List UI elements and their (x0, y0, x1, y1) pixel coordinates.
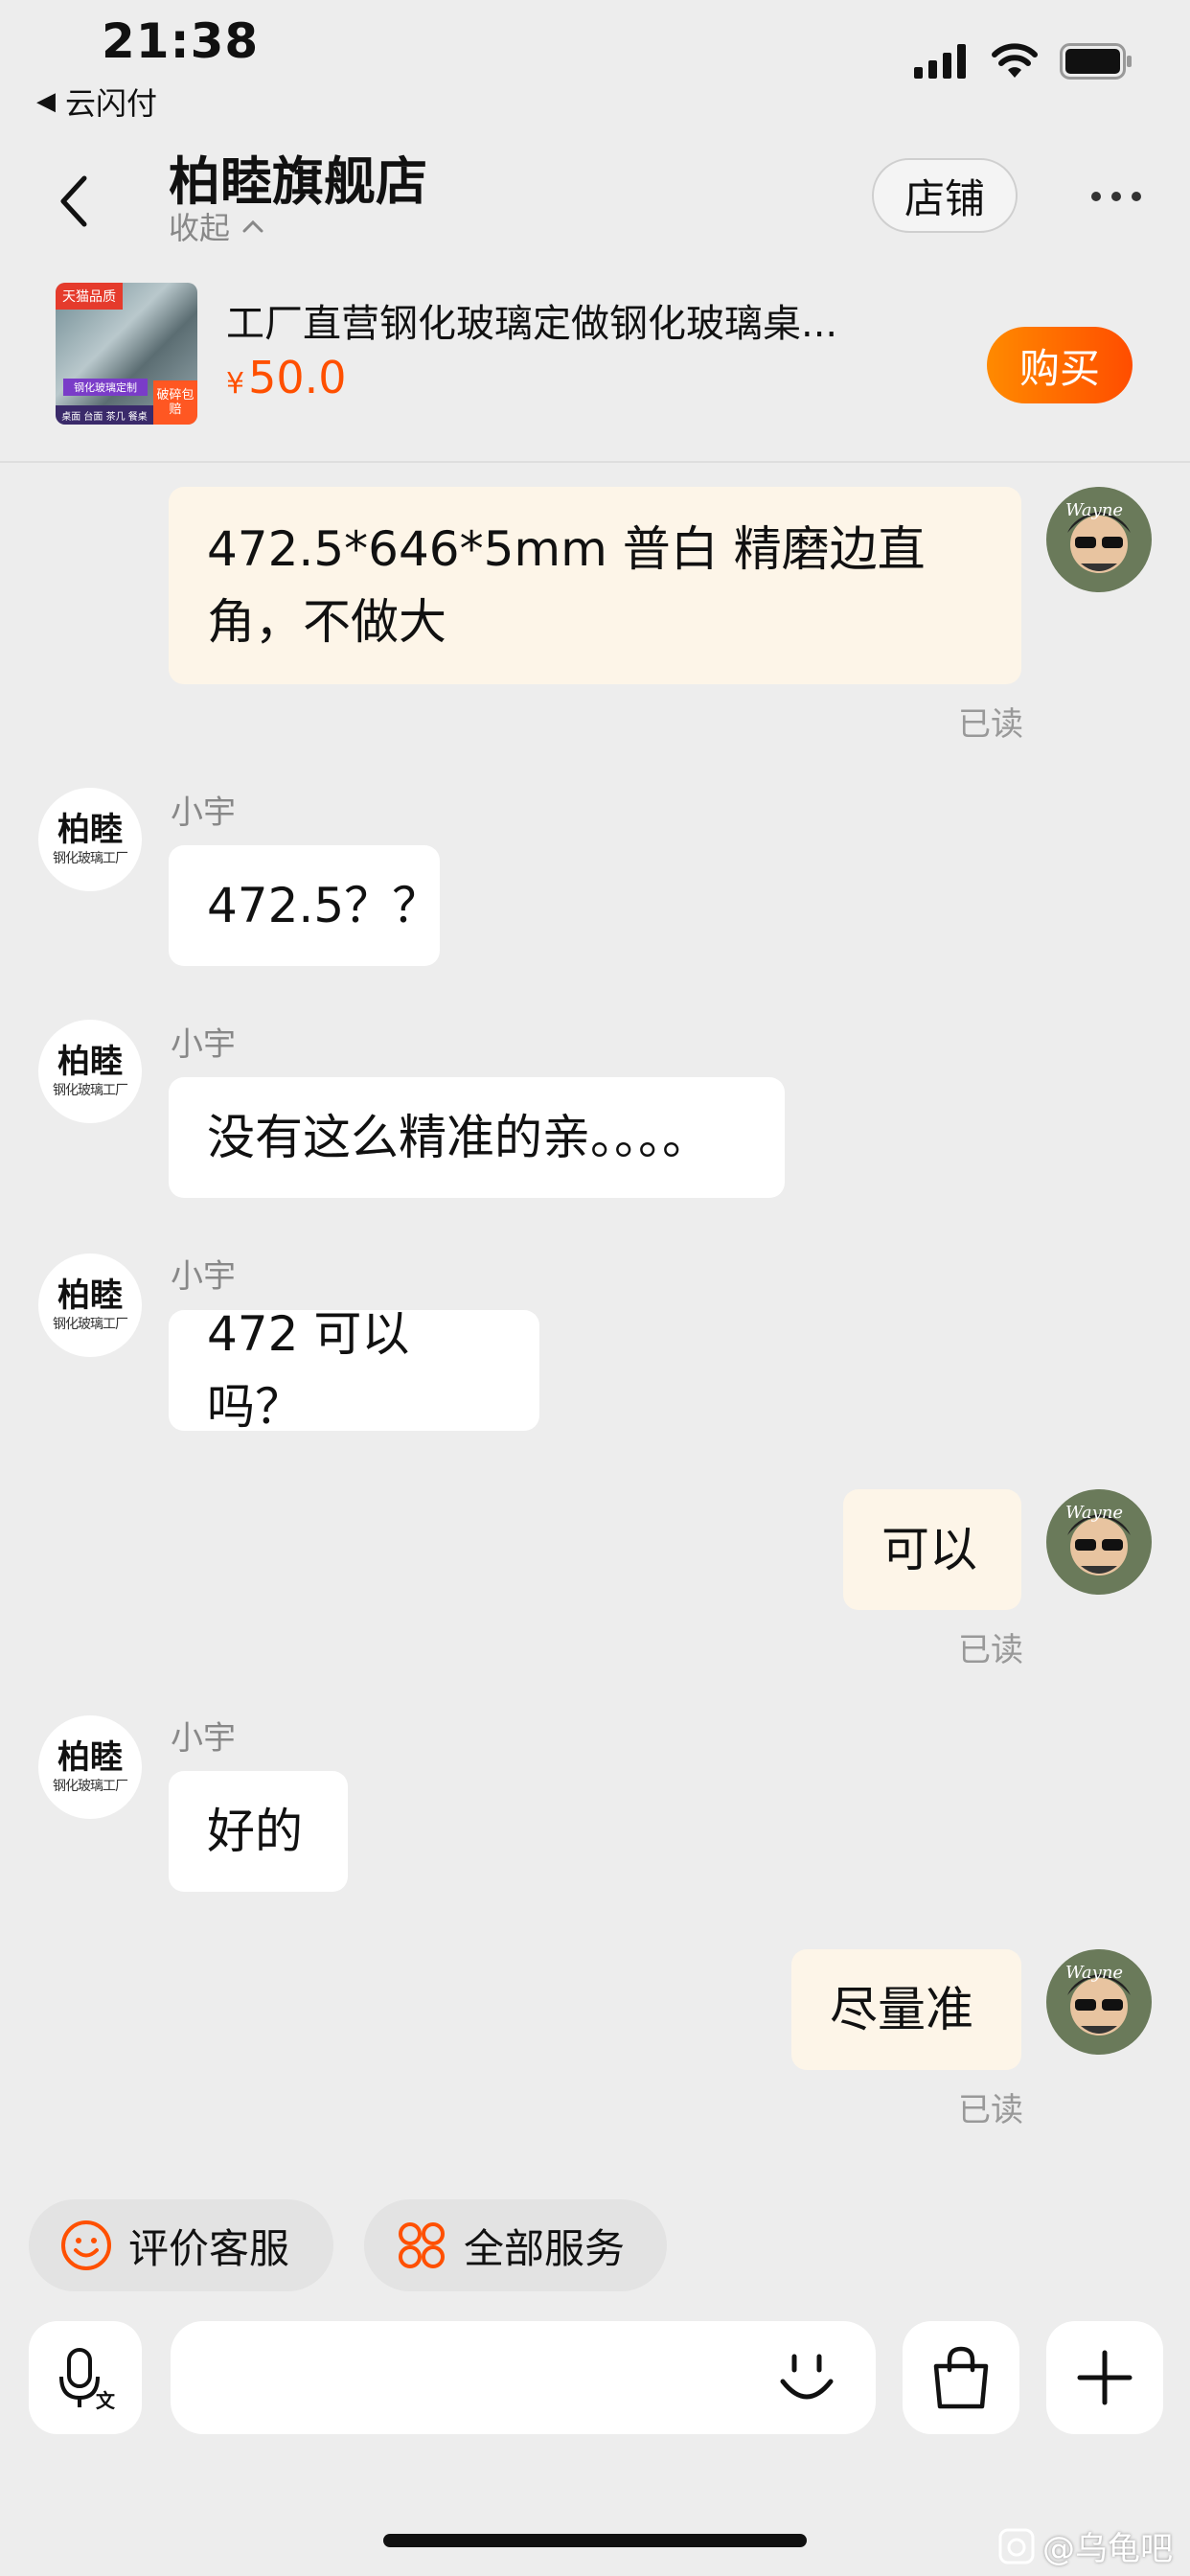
message-text: 472.5？？ (207, 878, 441, 933)
back-triangle-icon: ◀ (36, 87, 56, 116)
read-receipt: 已读 (958, 1631, 1023, 1669)
my-avatar[interactable]: Wayne (1046, 1489, 1152, 1595)
emoji-face-icon (780, 2354, 834, 2400)
more-dots-icon (1091, 192, 1141, 201)
message-text: 尽量准 (830, 1982, 973, 2037)
shop-avatar-text: 柏睦 (57, 1738, 123, 1777)
shopping-bag-button[interactable] (903, 2321, 1019, 2434)
chevron-up-icon (242, 219, 263, 233)
sender-name: 小宇 (171, 1025, 236, 1064)
message-bubble-outgoing[interactable]: 尽量准 (791, 1949, 1021, 2070)
collapse-toggle[interactable]: 收起 (169, 204, 264, 248)
message-bubble-outgoing[interactable]: 472.5*646*5mm 普白 精磨边直 角，不做大 (169, 487, 1021, 684)
message-text: 可以 (881, 1522, 977, 1577)
plus-icon (1077, 2350, 1133, 2405)
shop-avatar[interactable]: 柏睦 钢化玻璃工厂 (38, 1020, 142, 1123)
back-app-label: 云闪付 (65, 85, 158, 122)
read-receipt: 已读 (958, 2091, 1023, 2129)
input-bar: 文 (0, 2321, 1190, 2436)
shop-avatar-text: 柏睦 (57, 811, 123, 849)
rate-service-chip[interactable]: 评价客服 (29, 2199, 333, 2291)
my-avatar[interactable]: Wayne (1046, 487, 1152, 592)
collapse-label: 收起 (169, 210, 231, 246)
voice-input-button[interactable]: 文 (29, 2321, 142, 2434)
message-bubble-incoming[interactable]: 472 可以吗？ (169, 1306, 539, 1435)
thumbnail-badge-top: 天猫品质 (56, 283, 123, 310)
message-text: 没有这么精准的亲。。。。 (207, 1110, 710, 1165)
shop-avatar-subtext: 钢化玻璃工厂 (53, 1317, 128, 1332)
emoji-button[interactable] (767, 2338, 847, 2419)
thumbnail-strip: 桌面 台面 茶几 餐桌 (56, 405, 153, 425)
svg-text:Wayne: Wayne (1065, 1963, 1123, 1983)
chip-label: 全部服务 (464, 2224, 626, 2272)
svg-text:文: 文 (96, 2389, 116, 2411)
thumbnail-badge-mid: 钢化玻璃定制 (63, 379, 148, 396)
chevron-left-icon (60, 175, 87, 227)
shop-avatar-text: 柏睦 (57, 1276, 123, 1315)
microphone-icon: 文 (59, 2348, 116, 2411)
shop-avatar[interactable]: 柏睦 钢化玻璃工厂 (38, 788, 142, 891)
store-button[interactable]: 店铺 (872, 158, 1018, 233)
status-time: 21:38 (102, 13, 260, 69)
svg-text:Wayne: Wayne (1065, 1503, 1123, 1523)
price-value: 50.0 (248, 352, 347, 403)
sender-name: 小宇 (171, 1719, 236, 1758)
message-bubble-incoming[interactable]: 472.5？？ (169, 845, 440, 966)
chat-header: 柏睦旗舰店 收起 店铺 (0, 129, 1190, 264)
shop-avatar-text: 柏睦 (57, 1043, 123, 1081)
read-receipt: 已读 (958, 705, 1023, 744)
message-bubble-incoming[interactable]: 没有这么精准的亲。。。。 (169, 1077, 785, 1198)
status-bar: 21:38 ◀ 云闪付 (0, 0, 1190, 129)
message-text: 472 可以吗？ (207, 1306, 410, 1435)
user-avatar-icon: Wayne (1046, 1949, 1152, 2055)
sender-name: 小宇 (171, 794, 236, 832)
shop-avatar[interactable]: 柏睦 钢化玻璃工厂 (38, 1715, 142, 1819)
status-icons (914, 43, 1133, 80)
wifi-icon (992, 43, 1038, 78)
shop-avatar-subtext: 钢化玻璃工厂 (53, 1779, 128, 1794)
battery-icon (1060, 43, 1132, 80)
user-avatar-icon: Wayne (1046, 1489, 1152, 1595)
message-text: 472.5*646*5mm 普白 精磨边直 (207, 521, 926, 577)
home-indicator[interactable] (383, 2534, 807, 2547)
chip-label: 评价客服 (128, 2224, 290, 2272)
shop-avatar-subtext: 钢化玻璃工厂 (53, 1083, 128, 1098)
message-text: 角，不做大 (207, 594, 446, 650)
back-to-app-link[interactable]: ◀ 云闪付 (36, 80, 157, 124)
message-bubble-outgoing[interactable]: 可以 (843, 1489, 1021, 1610)
shop-avatar-subtext: 钢化玻璃工厂 (53, 851, 128, 866)
shop-avatar[interactable]: 柏睦 钢化玻璃工厂 (38, 1254, 142, 1357)
smiley-icon (61, 2220, 111, 2270)
watermark-text: @乌龟吧 (1042, 2530, 1173, 2568)
back-button[interactable] (50, 168, 98, 235)
user-avatar-icon: Wayne (1046, 487, 1152, 592)
plus-button[interactable] (1046, 2321, 1163, 2434)
grid-icon (399, 2222, 445, 2268)
svg-text:Wayne: Wayne (1065, 500, 1123, 520)
weibo-logo-icon (998, 2528, 1035, 2564)
sender-name: 小宇 (171, 1257, 236, 1296)
cellular-signal-icon (914, 44, 966, 79)
shopping-bag-icon (933, 2346, 989, 2409)
price-currency: ¥ (226, 367, 245, 401)
all-services-chip[interactable]: 全部服务 (364, 2199, 667, 2291)
product-price: ¥ 50.0 (226, 352, 347, 403)
message-text: 好的 (207, 1804, 303, 1859)
product-thumbnail[interactable]: 天猫品质 钢化玻璃定制 桌面 台面 茶几 餐桌 破碎包赔 (56, 283, 197, 425)
my-avatar[interactable]: Wayne (1046, 1949, 1152, 2055)
more-options-button[interactable] (1083, 168, 1150, 225)
watermark: @乌龟吧 (998, 2522, 1173, 2569)
buy-button[interactable]: 购买 (987, 327, 1133, 403)
message-bubble-incoming[interactable]: 好的 (169, 1771, 348, 1892)
product-name[interactable]: 工厂直营钢化玻璃定做钢化玻璃桌... (226, 292, 935, 348)
thumbnail-badge-corner: 破碎包赔 (153, 380, 197, 425)
product-card[interactable]: 天猫品质 钢化玻璃定制 桌面 台面 茶几 餐桌 破碎包赔 工厂直营钢化玻璃定做钢… (0, 264, 1190, 463)
